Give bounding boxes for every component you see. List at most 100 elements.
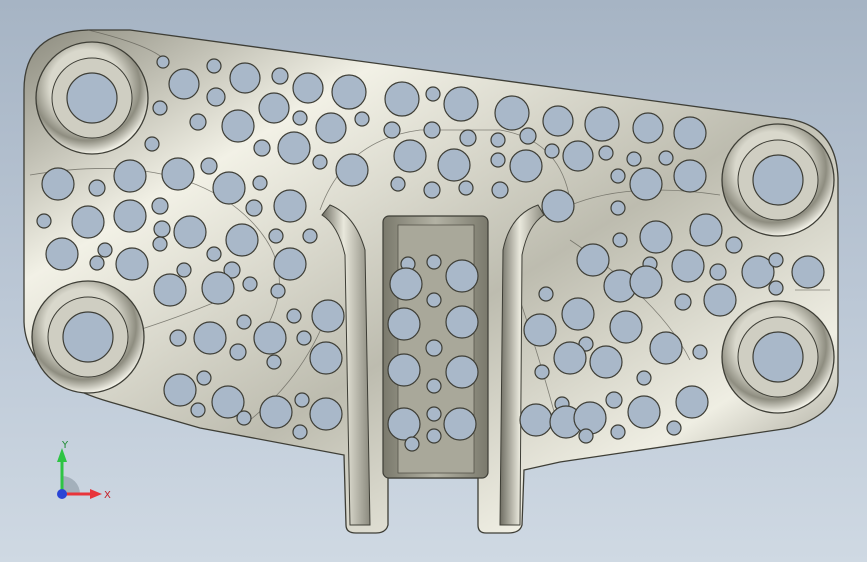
hole[interactable] — [598, 145, 614, 161]
hole[interactable] — [494, 95, 530, 131]
hole[interactable] — [309, 341, 343, 375]
hole[interactable] — [152, 236, 168, 252]
hole[interactable] — [190, 402, 206, 418]
hole[interactable] — [387, 307, 421, 341]
hole[interactable] — [674, 293, 692, 311]
hole[interactable] — [534, 364, 550, 380]
hole[interactable] — [791, 255, 825, 289]
hole[interactable] — [426, 406, 442, 422]
hole[interactable] — [169, 329, 187, 347]
hole[interactable] — [88, 179, 106, 197]
hole[interactable] — [113, 159, 147, 193]
hole[interactable] — [445, 355, 479, 389]
hole[interactable] — [443, 86, 479, 122]
model-view[interactable] — [0, 0, 867, 562]
hole[interactable] — [490, 132, 506, 148]
hole[interactable] — [610, 424, 626, 440]
hole[interactable] — [426, 292, 442, 308]
hole[interactable] — [671, 249, 705, 283]
hole[interactable] — [629, 265, 663, 299]
hole[interactable] — [236, 410, 252, 426]
hole[interactable] — [229, 62, 261, 94]
hole[interactable] — [259, 395, 293, 429]
hole[interactable] — [292, 424, 308, 440]
hole[interactable] — [632, 112, 664, 144]
hole[interactable] — [173, 215, 207, 249]
hole[interactable] — [491, 181, 509, 199]
hole[interactable] — [152, 100, 168, 116]
hole[interactable] — [273, 189, 307, 223]
hole[interactable] — [229, 343, 247, 361]
hole[interactable] — [270, 283, 286, 299]
hole[interactable] — [610, 200, 626, 216]
hole[interactable] — [605, 391, 623, 409]
hole[interactable] — [673, 116, 707, 150]
hole[interactable] — [459, 129, 477, 147]
hole[interactable] — [225, 223, 259, 257]
hole[interactable] — [387, 407, 421, 441]
hole[interactable] — [309, 397, 343, 431]
hole[interactable] — [445, 259, 479, 293]
hole[interactable] — [609, 310, 643, 344]
hole[interactable] — [523, 313, 557, 347]
hole[interactable] — [286, 308, 302, 324]
hole[interactable] — [312, 154, 328, 170]
hole[interactable] — [519, 403, 553, 437]
hole[interactable] — [253, 321, 287, 355]
hole[interactable] — [176, 262, 192, 278]
hole[interactable] — [426, 254, 442, 270]
hole[interactable] — [201, 271, 235, 305]
hole[interactable] — [692, 344, 708, 360]
hole[interactable] — [156, 55, 170, 69]
hole[interactable] — [292, 72, 324, 104]
hole[interactable] — [709, 263, 727, 281]
hole[interactable] — [206, 58, 222, 74]
hole[interactable] — [383, 121, 401, 139]
hole[interactable] — [443, 407, 477, 441]
hole[interactable] — [153, 220, 171, 238]
hole[interactable] — [253, 139, 271, 157]
hole[interactable] — [542, 105, 574, 137]
hole[interactable] — [649, 331, 683, 365]
hole[interactable] — [404, 436, 420, 452]
hole[interactable] — [296, 330, 312, 346]
hole[interactable] — [331, 74, 367, 110]
hole[interactable] — [45, 237, 79, 271]
hole[interactable] — [144, 136, 160, 152]
hole[interactable] — [36, 213, 52, 229]
boss-bottom-left[interactable] — [31, 280, 145, 394]
hole[interactable] — [236, 314, 252, 330]
hole[interactable] — [393, 139, 427, 173]
hole[interactable] — [509, 149, 543, 183]
boss-top-left[interactable] — [35, 41, 149, 155]
hole[interactable] — [221, 109, 255, 143]
hole[interactable] — [576, 243, 610, 277]
graphics-viewport[interactable]: Y X — [0, 0, 867, 562]
hole[interactable] — [292, 110, 308, 126]
hole[interactable] — [245, 199, 263, 217]
hole[interactable] — [277, 131, 311, 165]
hole[interactable] — [294, 392, 310, 408]
hole[interactable] — [153, 273, 187, 307]
hole[interactable] — [541, 189, 575, 223]
hole[interactable] — [629, 167, 663, 201]
hole[interactable] — [425, 86, 441, 102]
hole[interactable] — [445, 305, 479, 339]
hole[interactable] — [423, 181, 441, 199]
hole[interactable] — [389, 267, 423, 301]
hole[interactable] — [689, 213, 723, 247]
hole[interactable] — [242, 276, 258, 292]
hole[interactable] — [390, 176, 406, 192]
hole[interactable] — [252, 175, 268, 191]
hole[interactable] — [206, 87, 226, 107]
hole[interactable] — [113, 199, 147, 233]
hole[interactable] — [544, 143, 560, 159]
hole[interactable] — [589, 345, 623, 379]
hole[interactable] — [115, 247, 149, 281]
hole[interactable] — [258, 92, 290, 124]
hole[interactable] — [458, 180, 474, 196]
hole[interactable] — [553, 341, 587, 375]
hole[interactable] — [200, 157, 218, 175]
hole[interactable] — [578, 428, 594, 444]
hole[interactable] — [666, 420, 682, 436]
